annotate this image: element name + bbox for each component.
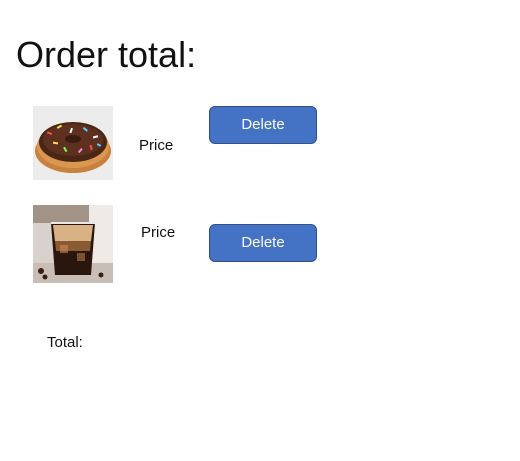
item-price-label: Price [141,224,176,241]
delete-button[interactable]: Delete [209,224,317,262]
item-price-label: Price [139,137,174,154]
delete-button[interactable]: Delete [209,106,317,144]
page-title: Order total: [16,34,197,75]
order-item: Price Delete [0,106,520,186]
iced-coffee-image [33,205,113,283]
chocolate-donut-image [33,106,113,180]
order-total-label: Total: [47,334,83,351]
order-item: Price Delete [0,205,520,285]
